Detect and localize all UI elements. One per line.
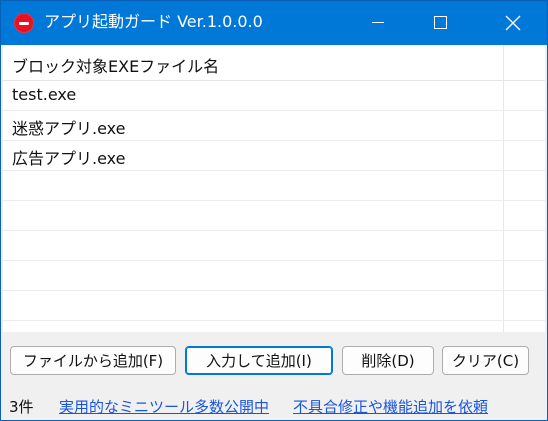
empty-row [3, 171, 545, 201]
empty-row [3, 201, 545, 231]
add-from-file-button[interactable]: ファイルから追加(F) [10, 346, 176, 375]
blocked-exe-list[interactable]: ブロック対象EXEファイル名 test.exe 迷惑アプリ.exe 広告アプリ.… [3, 45, 545, 332]
title-bar[interactable]: アプリ起動ガード Ver.1.0.0.0 [1, 1, 547, 45]
status-bar: 3件 実用的なミニツール多数公開中 不具合修正や機能追加を依頼 [1, 387, 547, 420]
minimize-button[interactable] [355, 1, 401, 45]
delete-button[interactable]: 削除(D) [342, 346, 434, 375]
empty-row [3, 231, 545, 261]
no-entry-icon [14, 13, 34, 33]
list-item-label: 迷惑アプリ.exe [12, 119, 126, 138]
list-item[interactable]: 広告アプリ.exe [3, 141, 545, 171]
feedback-request-link[interactable]: 不具合修正や機能追加を依頼 [293, 396, 488, 417]
clear-button[interactable]: クリア(C) [442, 346, 529, 375]
add-by-input-button[interactable]: 入力して追加(I) [185, 346, 333, 375]
button-bar: ファイルから追加(F) 入力して追加(I) 削除(D) クリア(C) [1, 335, 547, 385]
mini-tools-link[interactable]: 実用的なミニツール多数公開中 [59, 396, 269, 417]
empty-row [3, 291, 545, 321]
item-count: 3件 [9, 398, 34, 416]
list-header[interactable]: ブロック対象EXEファイル名 [3, 45, 545, 81]
app-window: アプリ起動ガード Ver.1.0.0.0 ブロック対象EXEファイル名 test… [0, 0, 548, 421]
empty-row [3, 261, 545, 291]
list-item[interactable]: test.exe [3, 81, 545, 111]
close-button[interactable] [490, 1, 536, 45]
maximize-button[interactable] [418, 1, 464, 45]
close-icon [505, 15, 521, 31]
column-header-exe-name: ブロック対象EXEファイル名 [12, 57, 220, 76]
list-item-label: test.exe [12, 85, 77, 104]
window-title: アプリ起動ガード Ver.1.0.0.0 [44, 12, 263, 31]
list-item[interactable]: 迷惑アプリ.exe [3, 111, 545, 141]
list-item-label: 広告アプリ.exe [12, 149, 126, 168]
